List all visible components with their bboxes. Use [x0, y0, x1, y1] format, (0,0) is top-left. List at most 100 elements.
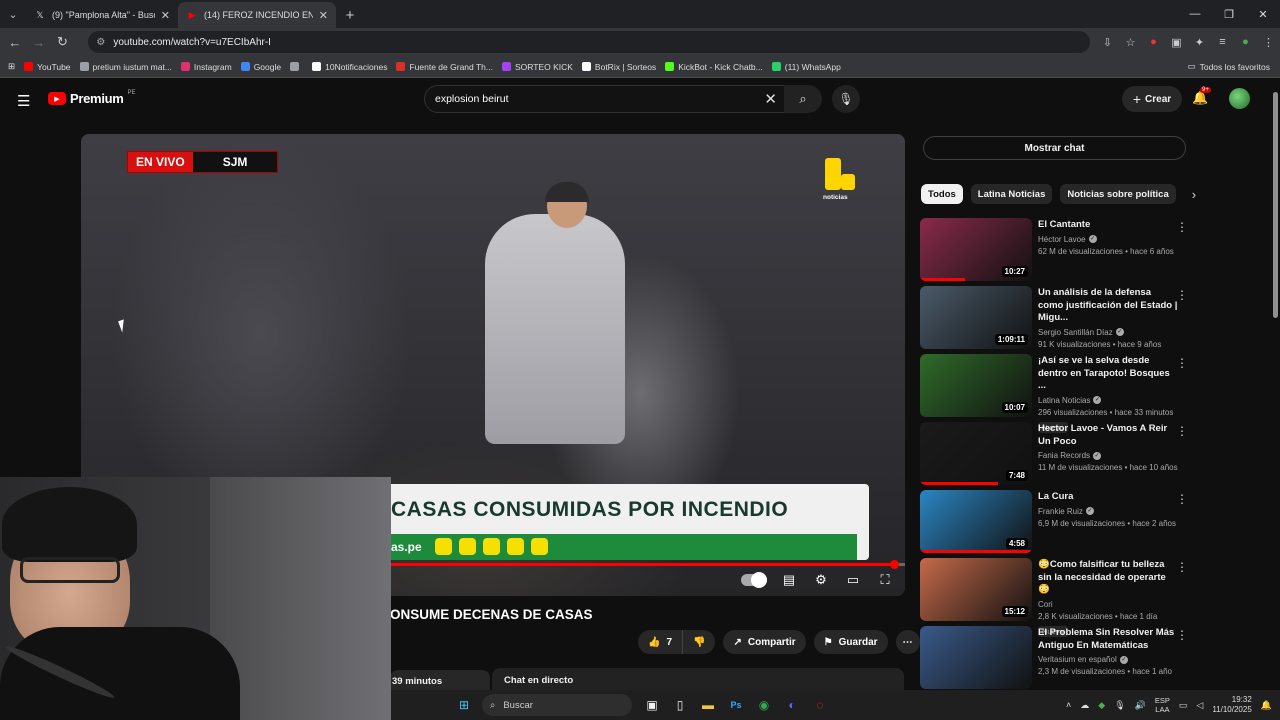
microphone-tray-icon[interactable]: 🎙 [1114, 700, 1125, 711]
extensions-puzzle-icon[interactable]: ✦ [1188, 31, 1211, 53]
discord-icon[interactable]: ◐ [781, 694, 803, 716]
install-icon[interactable]: ⇩ [1096, 31, 1119, 53]
all-bookmarks[interactable]: ▭ Todos los favoritos [1188, 61, 1270, 72]
tab-search-button[interactable]: ⌄ [0, 0, 26, 28]
file-explorer-icon[interactable]: ▬ [697, 694, 719, 716]
video-thumbnail[interactable]: 10:27 [920, 218, 1032, 281]
video-thumbnail[interactable]: 4:58 [920, 490, 1032, 553]
more-actions-button[interactable]: ⋯ [895, 630, 920, 654]
chip-todos[interactable]: Todos [921, 184, 963, 204]
close-tab-icon[interactable]: ✕ [161, 9, 170, 22]
volume-icon[interactable]: 🔊 [1135, 700, 1146, 711]
reload-button[interactable]: ↻ [51, 30, 75, 54]
channel-name[interactable]: Sergio Santillán Díaz [1038, 328, 1113, 337]
chip-latina-noticias[interactable]: Latina Noticias [970, 184, 1053, 204]
windows-start-icon[interactable]: ⊞ [453, 694, 475, 716]
create-button[interactable]: + Crear [1122, 86, 1182, 112]
language-indicator[interactable]: ESP LAA [1155, 696, 1170, 714]
bookmark-item[interactable]: pretium iustum mat... [79, 62, 172, 72]
channel-name[interactable]: Veritasium en español [1038, 655, 1117, 664]
recommended-video[interactable]: 7:48 Hector Lavoe - Vamos A Reir Un Poco F… [920, 422, 1190, 490]
notifications-button[interactable]: 🔔 9+ [1192, 87, 1211, 106]
dislike-button[interactable]: 👎 [683, 630, 716, 654]
video-title[interactable]: Un análisis de la defensa como justifica… [1038, 287, 1178, 325]
chevron-up-icon[interactable]: ˄ [1066, 700, 1071, 710]
recommended-video[interactable]: 15:12 😳Como falsificar tu belleza sin la … [920, 558, 1190, 637]
app-red-icon[interactable]: ◌ [809, 694, 831, 716]
search-button[interactable]: ⌕ [784, 85, 822, 113]
page-scrollbar[interactable] [1271, 78, 1280, 690]
video-thumbnail[interactable]: 7:48 [920, 422, 1032, 485]
extension-icon[interactable]: ▣ [1165, 31, 1188, 53]
more-vertical-icon[interactable]: ⋮ [1176, 424, 1188, 438]
security-icon[interactable]: ◆ [1098, 700, 1105, 711]
hamburger-menu-icon[interactable]: ☰ [17, 92, 30, 110]
apps-grid-icon[interactable]: ⊞ [8, 61, 15, 72]
share-button[interactable]: ↗ Compartir [723, 630, 806, 654]
bookmark-star-icon[interactable]: ☆ [1119, 31, 1142, 53]
close-window-button[interactable]: ✕ [1246, 0, 1280, 28]
account-avatar[interactable] [1229, 88, 1250, 109]
bookmark-item[interactable]: SORTEO KICK [501, 62, 573, 72]
video-thumbnail[interactable]: 1:09:11 [920, 286, 1032, 349]
chrome-icon[interactable]: ◉ [753, 694, 775, 716]
extension-red-icon[interactable]: ● [1142, 31, 1165, 53]
autoplay-toggle[interactable] [741, 572, 767, 588]
more-vertical-icon[interactable]: ⋮ [1176, 560, 1188, 574]
photoshop-icon[interactable]: Ps [725, 694, 747, 716]
recommended-video[interactable]: 10:07 ¡Así se ve la selva desde dentro en… [920, 354, 1190, 433]
browser-menu-icon[interactable]: ⋮ [1257, 31, 1280, 53]
scrollbar-thumb[interactable] [1273, 92, 1278, 318]
channel-name[interactable]: Cori [1038, 600, 1053, 609]
address-bar[interactable]: ⚙ youtube.com/watch?v=u7ECIbAhr-I [88, 31, 1090, 53]
network-icon[interactable]: ▭ [1179, 700, 1188, 711]
more-vertical-icon[interactable]: ⋮ [1176, 356, 1188, 370]
profile-avatar-icon[interactable]: ● [1234, 31, 1257, 53]
cloud-icon[interactable]: ☁ [1080, 700, 1089, 711]
recommended-video[interactable]: 4:58 La Cura Frankie Ruiz ✓ 6,9 M de visuali… [920, 490, 1190, 558]
video-title[interactable]: El Cantante [1038, 219, 1178, 232]
clear-search-icon[interactable]: ✕ [764, 90, 777, 108]
app-icon[interactable]: ▯ [669, 694, 691, 716]
youtube-logo[interactable]: ▶ Premium PE [48, 90, 136, 106]
more-vertical-icon[interactable]: ⋮ [1176, 492, 1188, 506]
speaker-icon[interactable]: ◁ [1196, 700, 1203, 711]
chip-noticias-politica[interactable]: Noticias sobre política [1060, 184, 1176, 204]
bookmark-item[interactable] [290, 62, 303, 72]
notifications-tray-icon[interactable]: 🔔 [1261, 700, 1272, 711]
clock[interactable]: 19:32 11/10/2025 [1212, 695, 1251, 715]
more-vertical-icon[interactable]: ⋮ [1176, 628, 1188, 642]
task-view-icon[interactable]: ▣ [641, 694, 663, 716]
search-input[interactable]: explosion beirut ✕ [424, 85, 786, 113]
chevron-right-icon[interactable]: › [1192, 187, 1196, 202]
forward-button[interactable]: → [27, 30, 51, 54]
bookmark-item[interactable]: Instagram [180, 62, 232, 72]
voice-search-button[interactable]: 🎙 [832, 85, 860, 113]
browser-tab-youtube[interactable]: ▶ (14) FEROZ INCENDIO EN SAN ✕ [178, 2, 336, 28]
theater-mode-icon[interactable]: ▭ [843, 572, 863, 588]
fullscreen-icon[interactable]: ⛶ [875, 572, 895, 588]
video-thumbnail[interactable]: 10:07 [920, 354, 1032, 417]
video-thumbnail[interactable]: 15:12 [920, 558, 1032, 621]
video-title[interactable]: 😳Como falsificar tu belleza sin la neces… [1038, 559, 1178, 597]
bookmark-item[interactable]: Fuente de Grand Th... [396, 62, 493, 72]
subtitles-icon[interactable]: ▤ [779, 572, 799, 588]
reading-list-icon[interactable]: ≡ [1211, 31, 1234, 53]
video-title[interactable]: Hector Lavoe - Vamos A Reir Un Poco [1038, 423, 1178, 448]
taskbar-search[interactable]: ⌕ Buscar [482, 694, 632, 716]
settings-gear-icon[interactable]: ⚙ [811, 572, 831, 588]
browser-tab-x[interactable]: 𝕏 (9) "Pamplona Alta" - Buscar / X ✕ [26, 2, 178, 28]
new-tab-button[interactable]: + [336, 2, 364, 28]
channel-name[interactable]: Latina Noticias [1038, 396, 1090, 405]
progress-scrubber[interactable] [890, 560, 899, 569]
bookmark-item[interactable]: Google [240, 62, 281, 72]
minimize-button[interactable]: — [1178, 0, 1212, 28]
video-title[interactable]: ¡Así se ve la selva desde dentro en Tara… [1038, 355, 1178, 393]
channel-name[interactable]: Fania Records [1038, 451, 1090, 460]
bookmark-item[interactable]: KickBot - Kick Chatb... [665, 62, 763, 72]
bookmark-item[interactable]: BotRix | Sorteos [581, 62, 656, 72]
close-tab-icon[interactable]: ✕ [319, 9, 328, 22]
video-thumbnail[interactable] [920, 626, 1032, 689]
bookmark-item[interactable]: 10Notificaciones [312, 62, 387, 72]
video-title[interactable]: El Problema Sin Resolver Más Antiguo En … [1038, 627, 1178, 652]
